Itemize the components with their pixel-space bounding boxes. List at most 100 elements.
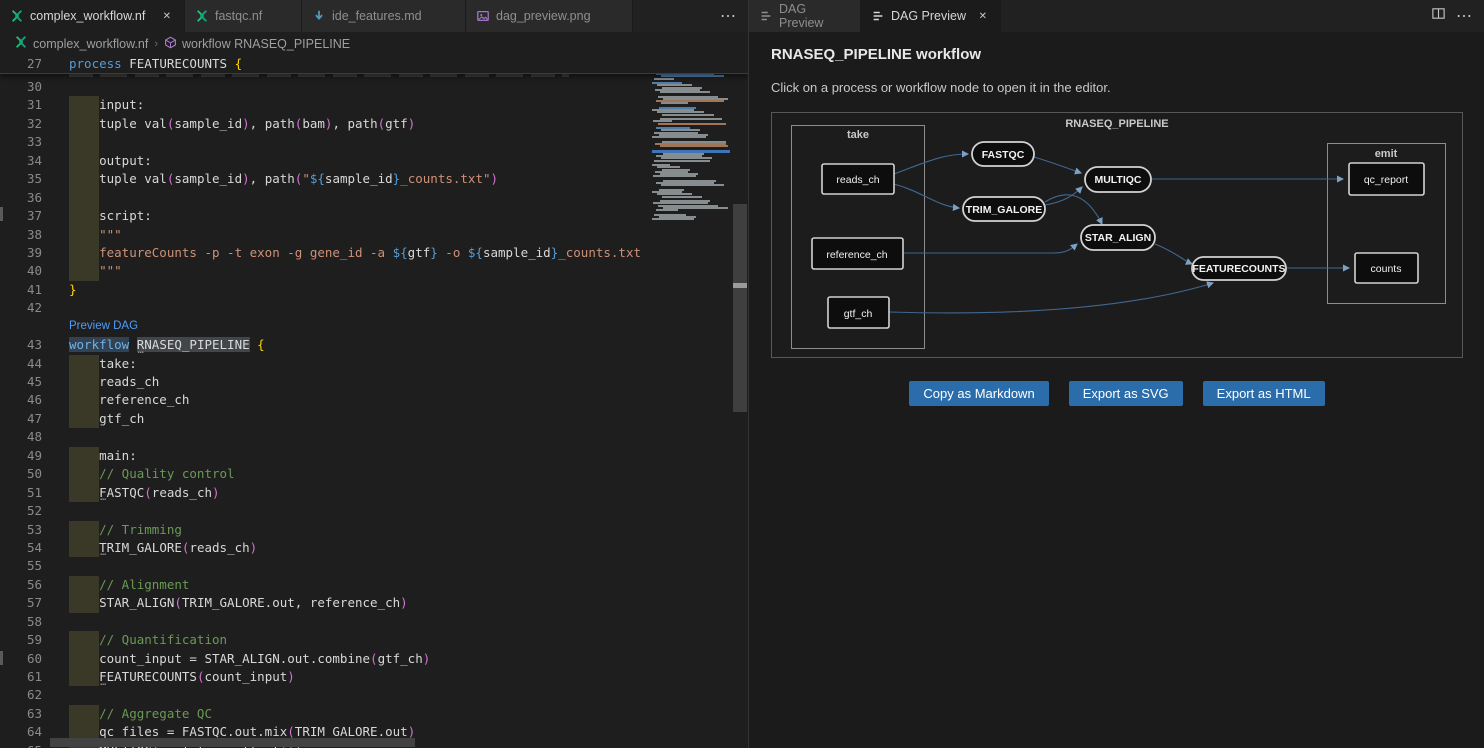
code-line-42: 42 [0,299,748,317]
tab-fastqc-nf[interactable]: fastqc.nf [185,0,302,32]
more-tabs-icon[interactable] [720,6,736,26]
minimap[interactable] [648,55,733,748]
code-line-34: 34 output: [0,152,748,170]
line-number: 41 [0,281,42,299]
node-STAR_ALIGN[interactable]: STAR_ALIGN [1081,225,1155,250]
code-line-56: 56 // Alignment [0,576,748,594]
tab-label: dag_preview.png [496,9,591,23]
codelens-row: Preview DAG [0,318,748,336]
tab-dag-preview[interactable]: DAG Preview [749,0,861,32]
svg-text:qc_report: qc_report [1364,174,1408,186]
line-number: 40 [0,262,42,280]
minimap-line [652,178,662,180]
tab-complex-workflow-nf[interactable]: complex_workflow.nf ✕ [0,0,185,32]
export-as-html-button[interactable]: Export as HTML [1203,381,1325,406]
minimap-line [652,136,706,138]
emit-cluster-label: emit [1375,148,1398,160]
line-number: 32 [0,115,42,133]
close-tab-icon[interactable]: ✕ [160,9,174,24]
line-number: 61 [0,668,42,686]
line-number: 49 [0,447,42,465]
copy-as-markdown-button[interactable]: Copy as Markdown [909,381,1048,406]
node-FEATURECOUNTS[interactable]: FEATURECOUNTS [1192,257,1286,280]
minimap-line [660,145,728,147]
symbol-cube-icon [164,36,177,52]
tab-ide-features-md[interactable]: ide_features.md [302,0,466,32]
partially-scrolled-line [69,74,569,77]
node-qc_report[interactable]: qc_report [1349,163,1424,195]
line-number: 55 [0,557,42,575]
breadcrumb-file[interactable]: complex_workflow.nf [33,37,148,51]
tab-dag-preview[interactable]: DAG Preview ✕ [861,0,1001,32]
code-line-54: 54 TRIM_GALORE(reads_ch) [0,539,748,557]
horizontal-scrollbar-thumb[interactable] [50,738,415,747]
export-as-svg-button[interactable]: Export as SVG [1069,381,1183,406]
breadcrumb-symbol[interactable]: workflow RNASEQ_PIPELINE [182,37,350,51]
vertical-scrollbar[interactable] [733,55,747,748]
code-line-47: 47 gtf_ch [0,410,748,428]
gutter-decoration [0,651,3,665]
nextflow-file-icon [14,35,28,52]
close-tab-icon[interactable]: ✕ [976,9,990,24]
node-reference_ch[interactable]: reference_ch [812,238,903,269]
vertical-scrollbar-thumb[interactable] [733,204,747,412]
tab-dag-preview-png[interactable]: dag_preview.png [466,0,633,32]
line-number: 62 [0,686,42,704]
indent-highlight [69,133,99,151]
code-line-53: 53 // Trimming [0,521,748,539]
codelens-preview-dag-link[interactable]: Preview DAG [69,317,138,335]
tab-label: complex_workflow.nf [30,9,145,23]
code-line-45: 45 reads_ch [0,373,748,391]
tab-label: DAG Preview [891,9,966,23]
code-line-33: 33 [0,133,748,151]
code-line-52: 52 [0,502,748,520]
code-line-63: 63 // Aggregate QC [0,705,748,723]
tab-label: fastqc.nf [215,9,262,23]
overview-ruler-decoration [733,283,747,288]
line-number: 44 [0,355,42,373]
code-line-48: 48 [0,428,748,446]
minimap-line [653,175,696,177]
indent-highlight [69,189,99,207]
sticky-scroll-line[interactable]: 27process FEATURECOUNTS { [0,55,748,74]
image-icon [476,9,490,23]
tab-label: ide_features.md [332,9,422,23]
code-line-27: 27process FEATURECOUNTS { [0,55,748,73]
node-MULTIQC[interactable]: MULTIQC [1085,167,1151,192]
minimap-line [654,160,710,162]
node-reads_ch[interactable]: reads_ch [822,164,894,194]
split-editor-icon[interactable] [1431,6,1446,26]
line-number: 45 [0,373,42,391]
take-cluster-label: take [847,129,869,141]
code-editor[interactable]: 27process FEATURECOUNTS { 3031 input:32 … [0,55,748,748]
minimap-line [661,184,724,186]
svg-text:reads_ch: reads_ch [836,174,879,186]
panel-subtitle: Click on a process or workflow node to o… [771,80,1111,95]
line-number: 43 [0,336,42,354]
code-line-40: 40 """ [0,262,748,280]
nextflow-icon [195,9,209,23]
minimap-line [662,114,714,116]
node-gtf_ch[interactable]: gtf_ch [828,297,889,328]
line-number: 36 [0,189,42,207]
more-actions-icon[interactable] [1456,6,1472,26]
node-TRIM_GALORE[interactable]: TRIM_GALORE [963,197,1045,221]
ide-window: complex_workflow.nf ✕ fastqc.nf ide_feature… [0,0,1484,748]
line-number: 30 [0,78,42,96]
tabbar-left: complex_workflow.nf ✕ fastqc.nf ide_feature… [0,0,748,32]
tabbar-right: DAG Preview DAG Preview ✕ [749,0,1484,32]
minimap-line [654,78,674,80]
code-line-51: 51 FASTQC(reads_ch) [0,484,748,502]
minimap-line [660,91,710,93]
node-counts[interactable]: counts [1355,253,1418,283]
export-buttons: Copy as Markdown Export as SVG Export as… [771,381,1463,406]
line-number: 47 [0,410,42,428]
line-number: 59 [0,631,42,649]
code-line-44: 44 take: [0,355,748,373]
panel-title: RNASEQ_PIPELINE workflow [771,46,981,63]
minimap-line [652,218,694,220]
svg-text:gtf_ch: gtf_ch [844,308,873,320]
node-FASTQC[interactable]: FASTQC [972,142,1034,166]
svg-text:STAR_ALIGN: STAR_ALIGN [1085,232,1151,244]
line-number: 52 [0,502,42,520]
